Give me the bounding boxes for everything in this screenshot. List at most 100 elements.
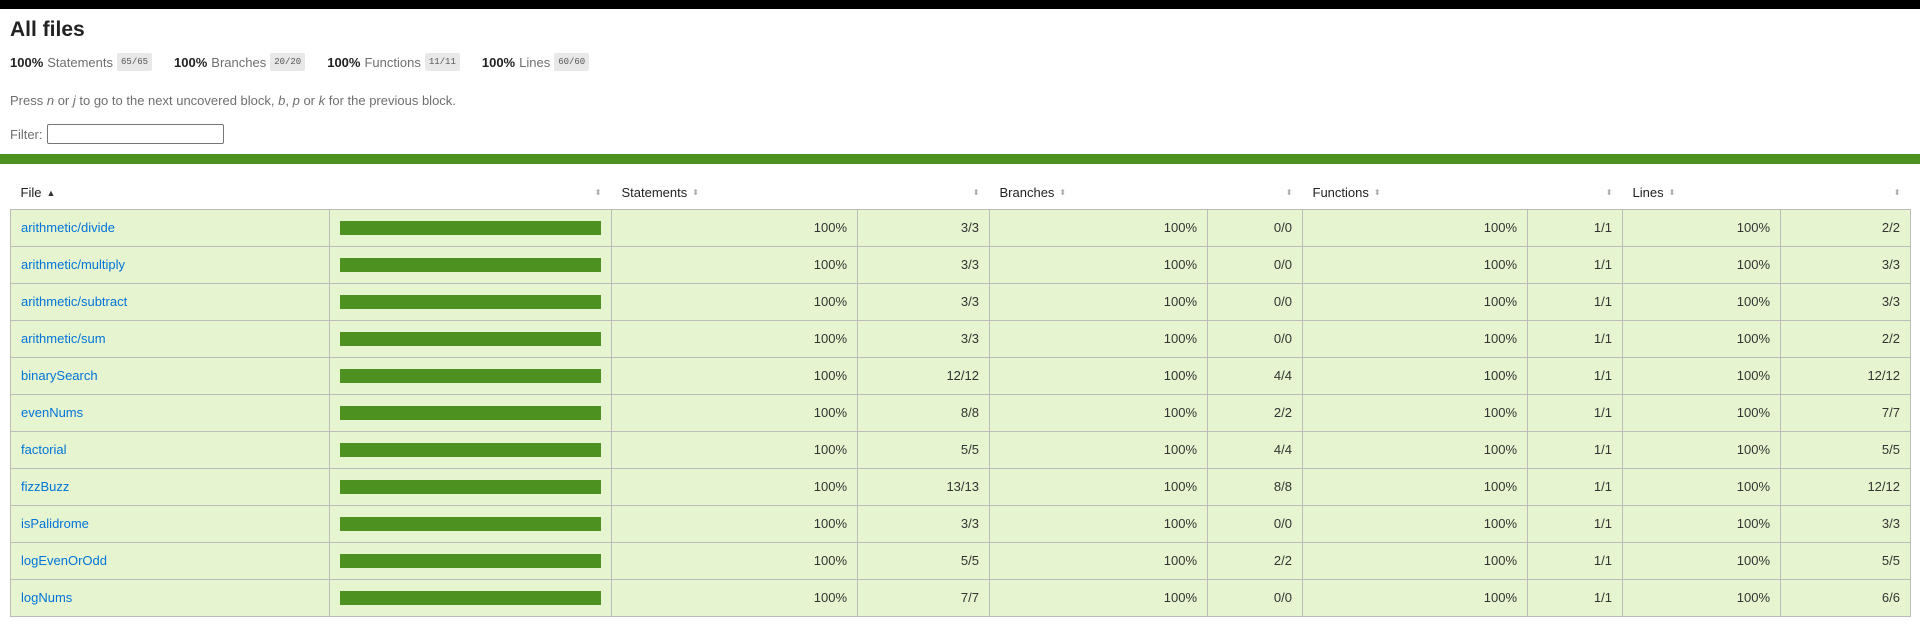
- functions-pct: 100%: [1302, 430, 1528, 469]
- coverage-table: File ▲ ⬍ Statements ⬍ ⬍ Branches ⬍ ⬍ Functi…: [10, 176, 1911, 617]
- table-row: isPalidrome 100% 3/3 100% 0/0 100% 1/1 100% 3/3: [10, 504, 1911, 543]
- lines-count: 2/2: [1780, 208, 1911, 247]
- lines-count: 6/6: [1780, 578, 1911, 617]
- coverage-bar-cell: [329, 282, 612, 321]
- column-header-statements-raw[interactable]: ⬍: [858, 176, 990, 209]
- statements-count: 3/3: [857, 208, 990, 247]
- filter-label: Filter:: [10, 126, 43, 142]
- coverage-summary: 100% Statements 65/65 100% Branches 20/2…: [10, 53, 611, 71]
- sort-icon: ⬍: [1668, 188, 1676, 198]
- file-cell: isPalidrome: [10, 504, 330, 543]
- hint-text: ,: [285, 93, 293, 108]
- lines-count: 5/5: [1780, 541, 1911, 580]
- table-row: logNums 100% 7/7 100% 0/0 100% 1/1 100% 6/6: [10, 578, 1911, 617]
- branches-count: 0/0: [1207, 245, 1303, 284]
- file-link[interactable]: arithmetic/multiply: [21, 257, 125, 272]
- statements-count: 3/3: [857, 245, 990, 284]
- coverage-bar-cell: [329, 467, 612, 506]
- functions-count: 1/1: [1527, 578, 1623, 617]
- file-link[interactable]: isPalidrome: [21, 516, 89, 531]
- column-header-lines-raw[interactable]: ⬍: [1781, 176, 1911, 209]
- table-header-row: File ▲ ⬍ Statements ⬍ ⬍ Branches ⬍ ⬍ Functi…: [11, 176, 1911, 209]
- lines-pct: 100%: [1622, 541, 1781, 580]
- file-link[interactable]: arithmetic/divide: [21, 220, 115, 235]
- keyboard-hint: Press n or j to go to the next uncovered…: [10, 93, 456, 108]
- lines-count: 2/2: [1780, 319, 1911, 358]
- column-header-statements-label: Statements: [621, 184, 688, 200]
- column-header-functions-raw[interactable]: ⬍: [1528, 176, 1623, 209]
- functions-count: 1/1: [1527, 245, 1623, 284]
- branches-pct: 100%: [989, 282, 1208, 321]
- hint-key-n: n: [46, 93, 55, 108]
- file-link[interactable]: factorial: [21, 442, 67, 457]
- coverage-bar: [340, 405, 601, 420]
- functions-count: 1/1: [1527, 393, 1623, 432]
- column-header-coverage-bar[interactable]: ⬍: [330, 176, 612, 209]
- coverage-bar-cell: [329, 541, 612, 580]
- functions-count: 1/1: [1527, 504, 1623, 543]
- column-header-file-label: File: [20, 184, 42, 200]
- branches-pct: 100%: [989, 467, 1208, 506]
- lines-pct: 100%: [1622, 319, 1781, 358]
- file-link[interactable]: arithmetic/sum: [21, 331, 106, 346]
- coverage-bar: [340, 590, 601, 605]
- coverage-bar-cell: [329, 393, 612, 432]
- functions-count: 1/1: [1527, 541, 1623, 580]
- statements-count: 5/5: [857, 541, 990, 580]
- statements-count: 7/7: [857, 578, 990, 617]
- sort-icon: ⬍: [972, 188, 980, 198]
- table-row: arithmetic/subtract 100% 3/3 100% 0/0 100% 1/1…: [10, 282, 1911, 321]
- file-cell: factorial: [10, 430, 330, 469]
- file-cell: arithmetic/sum: [10, 319, 330, 358]
- functions-pct: 100%: [1302, 578, 1528, 617]
- file-cell: fizzBuzz: [10, 467, 330, 506]
- functions-pct: 100%: [1302, 393, 1528, 432]
- summary-statements: 100% Statements 65/65: [10, 53, 153, 71]
- coverage-bar-cell: [329, 356, 612, 395]
- file-link[interactable]: binarySearch: [21, 368, 98, 383]
- column-header-lines[interactable]: Lines ⬍: [1623, 176, 1781, 209]
- coverage-bar: [340, 553, 601, 568]
- column-header-lines-label: Lines: [1632, 184, 1664, 200]
- sort-icon: ⬍: [594, 188, 602, 198]
- coverage-bar-cell: [329, 578, 612, 617]
- lines-pct: 100%: [1622, 208, 1781, 247]
- column-header-file[interactable]: File ▲: [11, 176, 330, 209]
- file-link[interactable]: arithmetic/subtract: [21, 294, 127, 309]
- lines-count: 12/12: [1780, 356, 1911, 395]
- functions-count: 1/1: [1527, 467, 1623, 506]
- functions-pct: 100%: [1302, 541, 1528, 580]
- functions-pct: 100%: [1302, 282, 1528, 321]
- column-header-functions-label: Functions: [1312, 184, 1369, 200]
- column-header-statements[interactable]: Statements ⬍: [612, 176, 858, 209]
- lines-pct: 100%: [1622, 356, 1781, 395]
- file-link[interactable]: evenNums: [21, 405, 83, 420]
- file-link[interactable]: logEvenOrOdd: [21, 553, 107, 568]
- coverage-bar-cell: [329, 319, 612, 358]
- statements-pct: 100%: [611, 578, 858, 617]
- column-header-branches-label: Branches: [999, 184, 1055, 200]
- lines-pct: 100%: [1622, 504, 1781, 543]
- column-header-functions[interactable]: Functions ⬍: [1303, 176, 1528, 209]
- file-link[interactable]: logNums: [21, 590, 72, 605]
- coverage-bar: [340, 257, 601, 272]
- top-bar: [0, 0, 1920, 9]
- page-title: All files: [10, 18, 85, 41]
- statements-pct: 100%: [611, 467, 858, 506]
- sort-icon: ⬍: [1605, 188, 1613, 198]
- column-header-branches-raw[interactable]: ⬍: [1208, 176, 1303, 209]
- branches-count: 0/0: [1207, 282, 1303, 321]
- filter-input[interactable]: [46, 124, 224, 144]
- lines-count: 3/3: [1780, 245, 1911, 284]
- coverage-bar: [340, 516, 601, 531]
- lines-count: 3/3: [1780, 504, 1911, 543]
- column-header-branches[interactable]: Branches ⬍: [990, 176, 1208, 209]
- branches-pct: 100%: [989, 541, 1208, 580]
- file-link[interactable]: fizzBuzz: [21, 479, 69, 494]
- branches-pct: 100%: [989, 504, 1208, 543]
- branches-pct: 100%: [989, 356, 1208, 395]
- statements-pct: 100%: [611, 319, 858, 358]
- branches-count: 4/4: [1207, 430, 1303, 469]
- functions-pct: 100%: [1302, 319, 1528, 358]
- summary-lines-label: Lines: [519, 54, 551, 70]
